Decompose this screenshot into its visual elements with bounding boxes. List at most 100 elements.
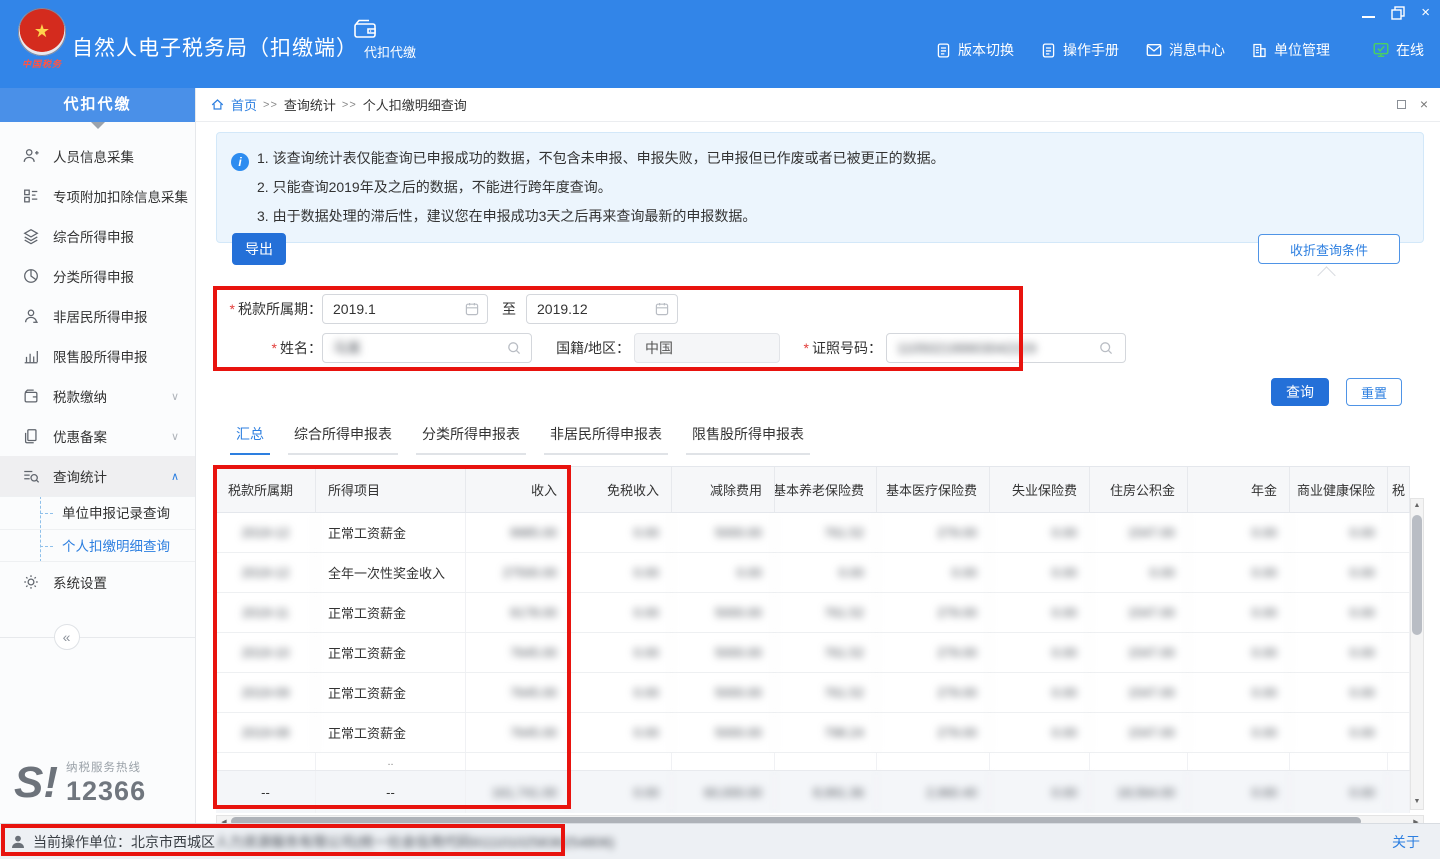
- sidebar: 代扣代缴 人员信息采集 专项附加扣除信息采集 综合所得申报 分类所得申报: [0, 88, 196, 823]
- menu-manual[interactable]: 操作手册: [1040, 40, 1119, 60]
- sidebar-header: 代扣代缴: [0, 88, 195, 122]
- breadcrumb-home[interactable]: 首页: [231, 95, 257, 114]
- sidebar-item-classified-income[interactable]: 分类所得申报: [0, 256, 195, 296]
- online-monitor-icon: [1372, 41, 1390, 59]
- close-tab-icon[interactable]: ×: [1420, 97, 1428, 111]
- calendar-icon[interactable]: [654, 301, 670, 317]
- about-link[interactable]: 关于: [1392, 832, 1420, 852]
- cell-period: 2019-11: [216, 593, 316, 632]
- sidebar-item-label: 分类所得申报: [53, 266, 134, 286]
- tab-nonresident[interactable]: 非居民所得申报表: [544, 424, 668, 455]
- close-icon[interactable]: ×: [1421, 4, 1430, 22]
- maximize-tab-icon[interactable]: [1397, 100, 1406, 109]
- sidebar-item-special-deduction[interactable]: 专项附加扣除信息采集: [0, 176, 195, 216]
- sidebar-item-system-settings[interactable]: 系统设置: [0, 562, 195, 602]
- search-icon[interactable]: [1098, 340, 1114, 356]
- top-header: × ★ 中国税务 自然人电子税务局（扣缴端） 代扣代缴 版本切换 操作手册 消: [0, 0, 1440, 88]
- app-window: × ★ 中国税务 自然人电子税务局（扣缴端） 代扣代缴 版本切换 操作手册 消: [0, 0, 1440, 859]
- collapse-query-button[interactable]: 收折查询条件: [1258, 234, 1400, 264]
- table-row[interactable]: 2019-08 正常工资薪金 7645.00 0.00 5000.00 798.…: [216, 713, 1410, 753]
- cell-value: 0.00: [1290, 593, 1388, 632]
- sidebar-item-preferential-filing[interactable]: 优惠备案 ∨: [0, 416, 195, 456]
- document-icon: [935, 42, 952, 59]
- export-button[interactable]: 导出: [232, 233, 286, 265]
- person-plus-icon: [22, 147, 40, 165]
- sidebar-submenu: 单位申报记录查询 个人扣缴明细查询: [0, 496, 195, 562]
- table-row[interactable]: 2019-12 全年一次性奖金收入 27500.00 0.00 0.00 0.0…: [216, 553, 1410, 593]
- collapse-sidebar-button[interactable]: «: [54, 624, 80, 650]
- copy-icon: [22, 427, 40, 445]
- notice-line-2: 2. 只能查询2019年及之后的数据，不能进行跨年度查询。: [231, 173, 1407, 202]
- sidebar-item-label: 人员信息采集: [53, 146, 134, 166]
- sidebar-item-nonresident-income[interactable]: 非居民所得申报: [0, 296, 195, 336]
- sidebar-subitem-label: 单位申报记录查询: [62, 506, 170, 521]
- layers-icon: [22, 227, 40, 245]
- cell-income-item: 正常工资薪金: [316, 513, 466, 552]
- scroll-up-icon[interactable]: ▲: [1414, 499, 1421, 513]
- scroll-down-icon[interactable]: ▼: [1414, 795, 1421, 809]
- sidebar-subitem-unit-declaration-query[interactable]: 单位申报记录查询: [0, 496, 195, 529]
- total-value: 0.00: [1290, 771, 1388, 813]
- nav-tab-label: 代扣代缴: [364, 45, 416, 60]
- minimize-icon[interactable]: [1362, 16, 1375, 18]
- table-row[interactable]: 2019-09 正常工资薪金 7645.00 0.00 5000.00 761.…: [216, 673, 1410, 713]
- sidebar-item-personnel-info[interactable]: 人员信息采集: [0, 136, 195, 176]
- menu-message-center[interactable]: 消息中心: [1145, 40, 1225, 60]
- cell-value: 0.00: [990, 713, 1090, 752]
- table-row[interactable]: 2019-10 正常工资薪金 7645.00 0.00 5000.00 761.…: [216, 633, 1410, 673]
- cell-value: 0.00: [990, 673, 1090, 712]
- tab-controls: ×: [1397, 97, 1428, 111]
- online-status[interactable]: 在线: [1372, 40, 1424, 60]
- cell-empty: [1388, 713, 1410, 752]
- sidebar-item-query-statistics[interactable]: 查询统计 ∧: [0, 456, 195, 496]
- cell-value: 7645.00: [466, 673, 570, 712]
- sidebar-item-comprehensive-income[interactable]: 综合所得申报: [0, 216, 195, 256]
- cell-value: 7645.00: [466, 713, 570, 752]
- cell-value: 27500.00: [466, 553, 570, 592]
- ellipsis-text: ..: [316, 753, 466, 770]
- cell-value: 0.00: [570, 713, 672, 752]
- menu-unit-management[interactable]: 单位管理: [1251, 40, 1330, 60]
- col-header: 商业健康保险: [1290, 467, 1388, 512]
- col-header: 免税收入: [570, 467, 672, 512]
- tab-classified[interactable]: 分类所得申报表: [416, 424, 526, 455]
- total-value: 161,741.00: [466, 771, 570, 813]
- cell-period: 2019-08: [216, 713, 316, 752]
- hotline-number: 12366: [66, 776, 146, 807]
- query-button[interactable]: 查询: [1271, 378, 1329, 406]
- nav-tab-withholding[interactable]: 代扣代缴: [352, 16, 428, 62]
- cell-value: 279.00: [877, 673, 990, 712]
- tab-restricted-shares[interactable]: 限售股所得申报表: [686, 424, 810, 455]
- sidebar-subitem-personal-withholding-query[interactable]: 个人扣缴明细查询: [0, 529, 195, 562]
- sidebar-item-tax-payment[interactable]: 税款缴纳 ∨: [0, 376, 195, 416]
- cell-value: 0.00: [570, 513, 672, 552]
- total-item: --: [316, 771, 466, 813]
- table-row[interactable]: 2019-11 正常工资薪金 9178.00 0.00 5000.00 761.…: [216, 593, 1410, 633]
- cell-value: 0.00: [775, 553, 877, 592]
- tab-comprehensive[interactable]: 综合所得申报表: [288, 424, 398, 455]
- calendar-icon[interactable]: [464, 301, 480, 317]
- tab-summary[interactable]: 汇总: [230, 424, 270, 455]
- cell-value: 761.52: [775, 513, 877, 552]
- cell-value: 9985.00: [466, 513, 570, 552]
- tax-bureau-logo: ★ 中国税务: [14, 8, 70, 70]
- user-icon: [10, 834, 26, 850]
- id-number-input[interactable]: 110502199903042229: [886, 333, 1126, 363]
- table-row[interactable]: 2019-12 正常工资薪金 9985.00 0.00 5000.00 761.…: [216, 513, 1410, 553]
- menu-version-switch[interactable]: 版本切换: [935, 40, 1014, 60]
- search-icon[interactable]: [506, 340, 522, 356]
- cell-period: 2019-12: [216, 513, 316, 552]
- cell-value: 5000.00: [672, 513, 775, 552]
- cell-income-item: 正常工资薪金: [316, 633, 466, 672]
- menu-label: 操作手册: [1063, 40, 1119, 60]
- cell-value: 0.00: [990, 553, 1090, 592]
- vertical-scrollbar[interactable]: ▲ ▼: [1410, 498, 1424, 810]
- cell-value: 0.00: [1290, 633, 1388, 672]
- name-input[interactable]: 马某: [322, 333, 532, 363]
- window-controls: ×: [1362, 4, 1430, 22]
- restore-icon[interactable]: [1391, 6, 1405, 20]
- hotline-label: 纳税服务热线: [66, 762, 141, 774]
- vertical-scroll-thumb[interactable]: [1412, 515, 1422, 635]
- sidebar-item-restricted-shares[interactable]: 限售股所得申报: [0, 336, 195, 376]
- reset-button[interactable]: 重置: [1346, 378, 1402, 406]
